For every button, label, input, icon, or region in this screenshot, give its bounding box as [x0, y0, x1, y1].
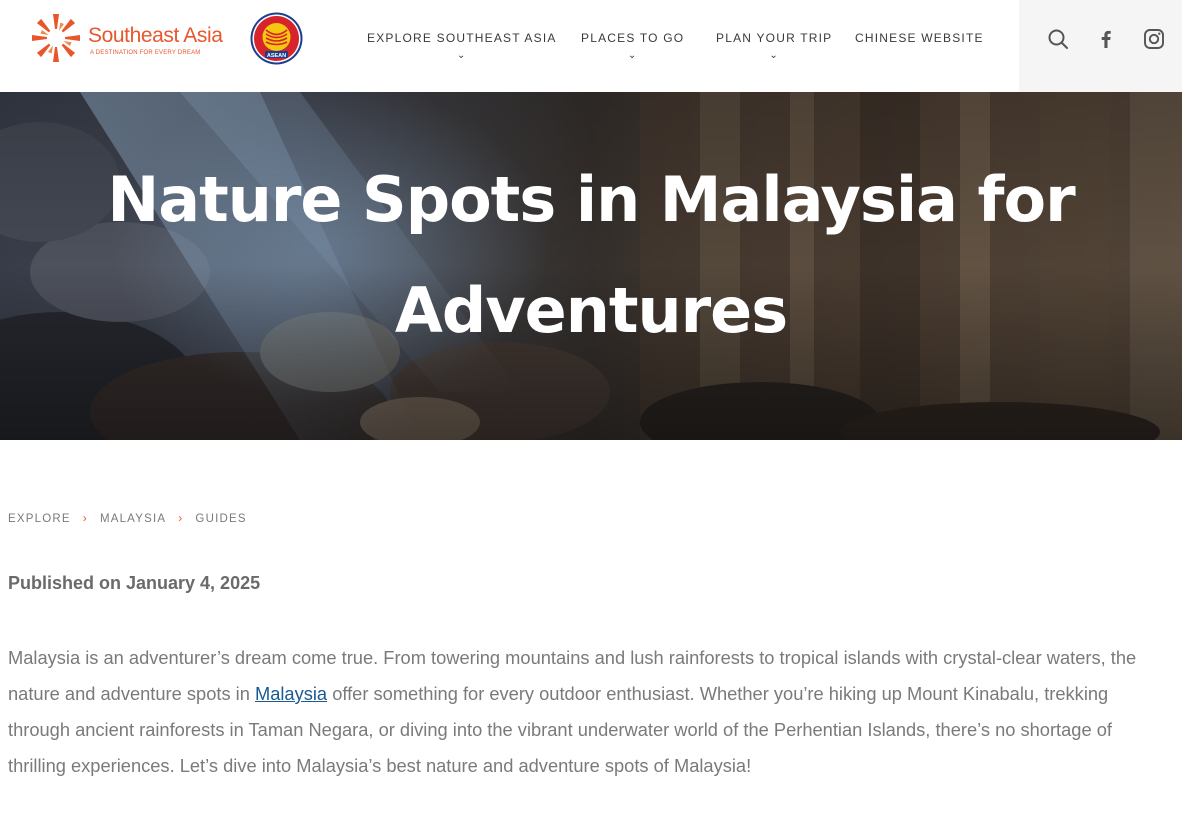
nav-label: PLACES TO GO	[581, 31, 685, 45]
site-header: Southeast Asia A DESTINATION FOR EVERY D…	[0, 0, 1182, 92]
instagram-icon[interactable]	[1142, 27, 1166, 51]
nav-label: CHINESE WEBSITE	[855, 31, 984, 45]
breadcrumb-chevron-icon: ›	[178, 511, 184, 525]
asean-badge-text: ASEAN	[267, 53, 286, 59]
breadcrumb-explore[interactable]: EXPLORE	[8, 513, 71, 525]
breadcrumb-chevron-icon: ›	[82, 511, 88, 525]
sun-burst-icon	[32, 14, 80, 62]
chevron-down-icon: ⌄	[627, 50, 638, 61]
search-icon[interactable]	[1046, 27, 1070, 51]
nav-label: PLAN YOUR TRIP	[716, 31, 833, 45]
page-title: Nature Spots in Malaysia for Adventures	[60, 144, 1122, 366]
nav-plan-your-trip[interactable]: PLAN YOUR TRIP ⌄	[716, 31, 832, 61]
hero-banner: Nature Spots in Malaysia for Adventures	[0, 92, 1182, 440]
nav-label: EXPLORE SOUTHEAST ASIA	[367, 31, 557, 45]
nav-explore-southeast-asia[interactable]: EXPLORE SOUTHEAST ASIA ⌄	[367, 31, 557, 61]
page-title-line-2: Adventures	[394, 274, 788, 347]
page-title-line-1: Nature Spots in Malaysia for	[107, 163, 1075, 236]
facebook-icon[interactable]	[1094, 27, 1118, 51]
asean-emblem-icon[interactable]: ASEAN	[249, 11, 304, 66]
nav-places-to-go[interactable]: PLACES TO GO ⌄	[581, 31, 684, 61]
chevron-down-icon: ⌄	[456, 50, 467, 61]
breadcrumb-guides[interactable]: GUIDES	[195, 513, 246, 525]
published-date: Published on January 4, 2025	[8, 573, 261, 593]
nav-chinese-website[interactable]: CHINESE WEBSITE	[855, 31, 984, 45]
southeast-asia-logo[interactable]: Southeast Asia A DESTINATION FOR EVERY D…	[30, 10, 235, 66]
brand-tagline: A DESTINATION FOR EVERY DREAM	[90, 50, 201, 56]
intro-paragraph: Malaysia is an adventurer’s dream come t…	[8, 640, 1168, 784]
brand-name: Southeast Asia	[88, 24, 223, 47]
malaysia-link[interactable]: Malaysia	[255, 683, 327, 704]
chevron-down-icon: ⌄	[769, 50, 779, 61]
breadcrumb-malaysia[interactable]: MALAYSIA	[100, 513, 166, 525]
breadcrumb: EXPLORE › MALAYSIA › GUIDES	[8, 511, 247, 525]
